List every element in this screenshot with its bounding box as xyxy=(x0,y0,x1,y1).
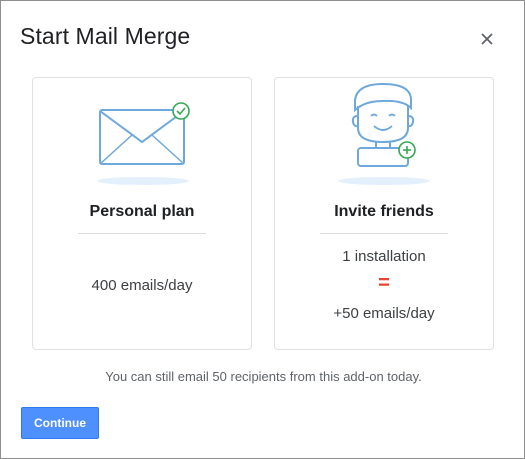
mail-merge-dialog: Start Mail Merge Personal plan 400 email… xyxy=(0,0,525,459)
dialog-title: Start Mail Merge xyxy=(20,23,191,49)
continue-button[interactable]: Continue xyxy=(21,407,99,439)
card-divider xyxy=(320,233,448,234)
bonus-emails: +50 emails/day xyxy=(333,305,435,322)
invite-friends-card: Invite friends 1 installation = +50 emai… xyxy=(274,77,494,350)
invite-friends-title: Invite friends xyxy=(334,203,434,220)
person-plus-icon xyxy=(338,82,430,185)
installation-count: 1 installation xyxy=(342,248,426,265)
personal-plan-title: Personal plan xyxy=(89,203,195,220)
close-icon[interactable] xyxy=(475,27,499,51)
personal-plan-quota: 400 emails/day xyxy=(91,277,193,294)
card-divider xyxy=(78,233,206,234)
personal-plan-card: Personal plan 400 emails/day xyxy=(32,77,252,350)
remaining-quota-note: You can still email 50 recipients from t… xyxy=(105,369,422,384)
equals-sign: = xyxy=(378,272,390,294)
envelope-check-icon xyxy=(97,102,190,185)
